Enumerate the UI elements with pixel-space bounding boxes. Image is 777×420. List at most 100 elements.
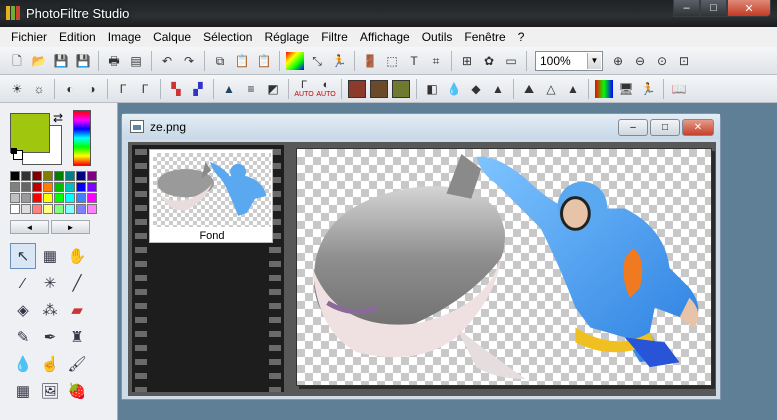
open-folder-icon[interactable]: 📂 bbox=[30, 52, 48, 70]
auto-level-icon[interactable]: Γ AUTO bbox=[294, 79, 313, 98]
monitor-icon[interactable]: 🖥 bbox=[617, 80, 635, 98]
magic-wand-icon[interactable]: ✳ bbox=[37, 270, 63, 296]
zoom-in-icon[interactable]: ⊕ bbox=[609, 52, 627, 70]
text-icon[interactable]: T bbox=[405, 52, 423, 70]
mountain-b-icon[interactable]: △ bbox=[542, 80, 560, 98]
palette-swatch[interactable] bbox=[10, 182, 20, 192]
fill-bucket-icon[interactable]: ◈ bbox=[10, 297, 36, 323]
maximize-button[interactable]: □ bbox=[700, 0, 727, 17]
palette-swatch[interactable] bbox=[76, 193, 86, 203]
foreground-color[interactable] bbox=[10, 113, 50, 153]
line-icon[interactable]: ╱ bbox=[64, 270, 90, 296]
palette-swatch[interactable] bbox=[76, 171, 86, 181]
palette-swatch[interactable] bbox=[43, 193, 53, 203]
stamp-icon[interactable]: ♜ bbox=[64, 324, 90, 350]
doc-maximize-button[interactable]: □ bbox=[650, 119, 680, 136]
portrait-icon[interactable]: 🖼 bbox=[37, 378, 63, 404]
eyedropper-icon[interactable]: ⁄ bbox=[10, 270, 36, 296]
minimize-button[interactable]: – bbox=[673, 0, 700, 17]
contrast-minus-icon[interactable]: ◑ bbox=[83, 80, 101, 98]
hand-icon[interactable]: ✋ bbox=[64, 243, 90, 269]
cone-icon[interactable]: ▲ bbox=[564, 80, 582, 98]
palette-swatch[interactable] bbox=[21, 182, 31, 192]
palette-swatch[interactable] bbox=[32, 193, 42, 203]
zoom-out-icon[interactable]: ⊖ bbox=[631, 52, 649, 70]
palette-swatch[interactable] bbox=[32, 182, 42, 192]
brush-icon[interactable]: ✎ bbox=[10, 324, 36, 350]
color-spectrum[interactable] bbox=[73, 110, 91, 166]
paste-icon[interactable]: 📋 bbox=[233, 52, 251, 70]
palette-swatch[interactable] bbox=[43, 204, 53, 214]
drop-icon[interactable]: 💧 bbox=[445, 80, 463, 98]
save-icon[interactable]: 💾 bbox=[52, 52, 70, 70]
palette-swatch[interactable] bbox=[32, 171, 42, 181]
menu-reglage[interactable]: Réglage bbox=[258, 30, 315, 44]
palette-swatch[interactable] bbox=[21, 193, 31, 203]
color-gradient-icon[interactable] bbox=[286, 51, 304, 70]
zoom-select[interactable]: 100% ▼ bbox=[535, 50, 603, 71]
eraser-icon[interactable]: ▰ bbox=[64, 297, 90, 323]
slideshow-icon[interactable]: ▭ bbox=[502, 52, 520, 70]
palette-swatch[interactable] bbox=[54, 171, 64, 181]
menu-outils[interactable]: Outils bbox=[416, 30, 459, 44]
tile-red-icon[interactable] bbox=[348, 79, 366, 98]
palette-swatch[interactable] bbox=[65, 193, 75, 203]
zoom-fit-icon[interactable]: ⊙ bbox=[653, 52, 671, 70]
auto-contrast-icon[interactable]: ◐ AUTO bbox=[316, 79, 335, 98]
palette-swatch[interactable] bbox=[54, 182, 64, 192]
doc-minimize-button[interactable]: – bbox=[618, 119, 648, 136]
palette-swatch[interactable] bbox=[87, 193, 97, 203]
palette-next-button[interactable]: ► bbox=[51, 220, 90, 234]
save-as-icon[interactable]: 💾 bbox=[74, 52, 92, 70]
menu-affichage[interactable]: Affichage bbox=[354, 30, 416, 44]
rgb-icon[interactable] bbox=[595, 79, 613, 98]
default-colors-icon[interactable] bbox=[11, 148, 23, 160]
image-canvas[interactable] bbox=[296, 148, 712, 386]
palette-swatch[interactable] bbox=[87, 182, 97, 192]
brightness-plus-icon[interactable]: ☀ bbox=[8, 80, 26, 98]
layer-icon[interactable]: ⊞ bbox=[458, 52, 476, 70]
palette-swatch[interactable] bbox=[87, 171, 97, 181]
menu-fenetre[interactable]: Fenêtre bbox=[458, 30, 511, 44]
palette-swatch[interactable] bbox=[76, 204, 86, 214]
chevron-down-icon[interactable]: ▼ bbox=[587, 52, 601, 69]
saturation-minus-icon[interactable]: ▞ bbox=[189, 80, 207, 98]
gamma-minus-icon[interactable]: Γ bbox=[136, 80, 154, 98]
close-button[interactable]: ✕ bbox=[727, 0, 771, 17]
palette-swatch[interactable] bbox=[32, 204, 42, 214]
menu-edition[interactable]: Edition bbox=[53, 30, 102, 44]
new-file-icon[interactable]: 🗋 bbox=[8, 52, 26, 70]
copy-icon[interactable]: ⧉ bbox=[211, 52, 229, 70]
book-icon[interactable]: 📖 bbox=[670, 80, 688, 98]
exit-icon[interactable]: 🚪 bbox=[361, 52, 379, 70]
palette-swatch[interactable] bbox=[21, 171, 31, 181]
pointer-icon[interactable]: ↖ bbox=[10, 243, 36, 269]
menu-fichier[interactable]: Fichier bbox=[5, 30, 53, 44]
menu-calque[interactable]: Calque bbox=[147, 30, 197, 44]
paint-icon[interactable]: 🖌 bbox=[64, 351, 90, 377]
palette-swatch[interactable] bbox=[10, 204, 20, 214]
menu-filtre[interactable]: Filtre bbox=[315, 30, 354, 44]
swap-colors-icon[interactable]: ⇄ bbox=[53, 111, 63, 125]
menu-image[interactable]: Image bbox=[102, 30, 147, 44]
gamma-plus-icon[interactable]: Γ bbox=[114, 80, 132, 98]
redo-icon[interactable]: ↷ bbox=[180, 52, 198, 70]
smudge-icon[interactable]: ☝ bbox=[37, 351, 63, 377]
palette-swatch[interactable] bbox=[76, 182, 86, 192]
undo-icon[interactable]: ↶ bbox=[158, 52, 176, 70]
equalize-icon[interactable]: ≡ bbox=[242, 80, 260, 98]
print-icon[interactable]: 🖶 bbox=[105, 52, 123, 70]
drop-b-icon[interactable]: ◆ bbox=[467, 80, 485, 98]
person-icon[interactable]: 🏃 bbox=[639, 80, 657, 98]
palette-swatch[interactable] bbox=[65, 171, 75, 181]
palette-swatch[interactable] bbox=[65, 204, 75, 214]
filter-a-icon[interactable]: ◧ bbox=[423, 80, 441, 98]
selection-icon[interactable]: ⬚ bbox=[383, 52, 401, 70]
palette-swatch[interactable] bbox=[21, 204, 31, 214]
strawberry-icon[interactable]: 🍓 bbox=[64, 378, 90, 404]
mountain-icon[interactable]: ⛰ bbox=[520, 80, 538, 98]
palette-swatch[interactable] bbox=[43, 171, 53, 181]
drop-c-icon[interactable]: ▲ bbox=[489, 80, 507, 98]
blur-drop-icon[interactable]: 💧 bbox=[10, 351, 36, 377]
transform-icon[interactable]: ⤡ bbox=[308, 52, 326, 70]
